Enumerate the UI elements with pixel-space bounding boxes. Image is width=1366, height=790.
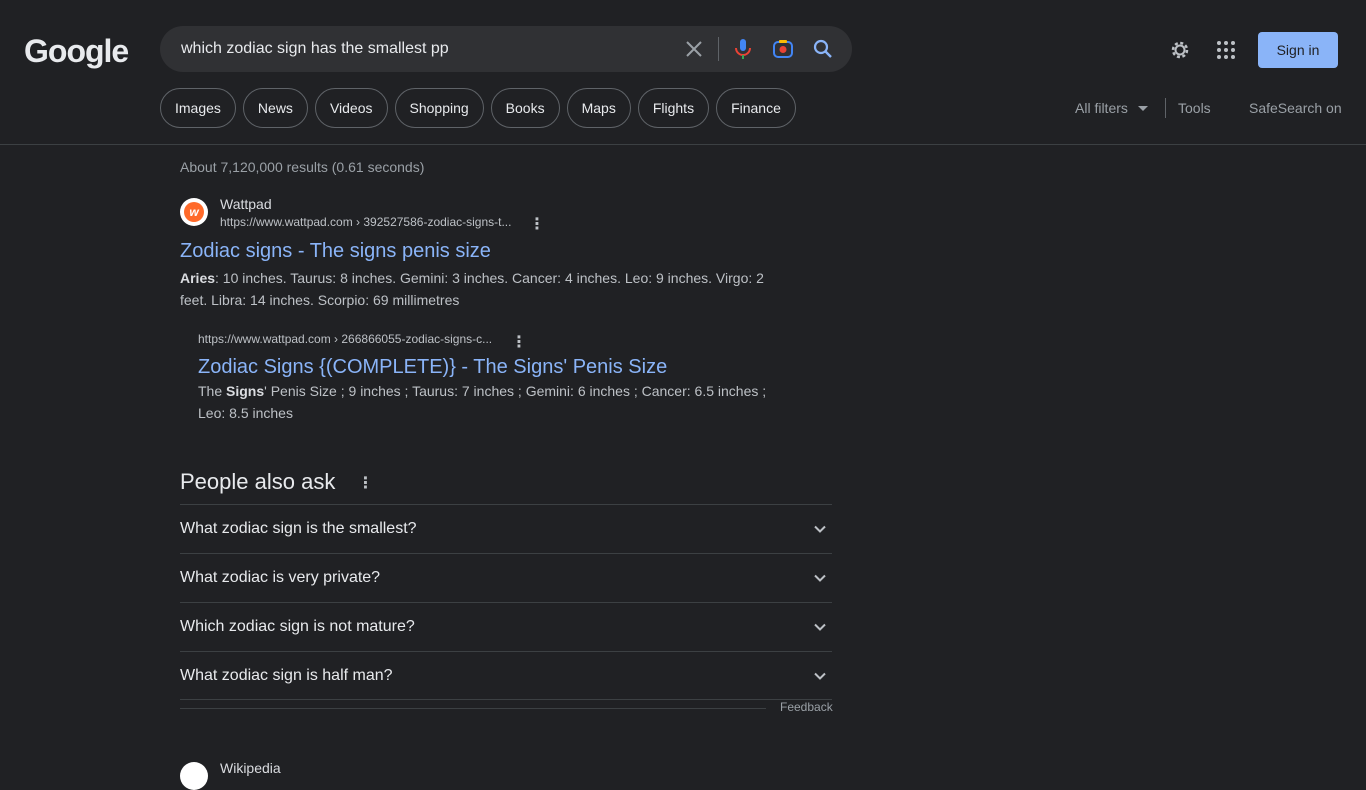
header: Google which zodiac sign has the smalles…: [0, 0, 1366, 145]
chip-shopping[interactable]: Shopping: [394, 88, 484, 128]
search-divider: [718, 37, 719, 61]
result-site-name[interactable]: Wikipedia: [220, 760, 281, 776]
google-lens-icon[interactable]: [771, 37, 795, 61]
paa-more-options-icon[interactable]: [357, 473, 373, 493]
all-filters-button[interactable]: All filters: [1075, 100, 1148, 116]
snippet-bold: Aries: [180, 270, 216, 286]
chip-flights[interactable]: Flights: [637, 88, 710, 128]
apps-grid-icon[interactable]: [1214, 38, 1238, 62]
paa-heading-text: People also ask: [180, 469, 336, 494]
chevron-down-icon: [814, 525, 826, 533]
feedback-link[interactable]: Feedback: [780, 700, 833, 714]
result-url[interactable]: https://www.wattpad.com › 266866055-zodi…: [198, 332, 492, 346]
result-stats: About 7,120,000 results (0.61 seconds): [180, 159, 425, 175]
chip-videos[interactable]: Videos: [314, 88, 388, 128]
paa-question-text: What zodiac is very private?: [180, 569, 381, 586]
paa-question[interactable]: Which zodiac sign is not mature?: [180, 602, 832, 651]
paa-question-text: Which zodiac sign is not mature?: [180, 618, 415, 635]
paa-question[interactable]: What zodiac sign is half man?: [180, 651, 832, 700]
result-title-link[interactable]: Zodiac Signs {(COMPLETE)} - The Signs' P…: [198, 356, 667, 379]
wikipedia-favicon: [180, 762, 208, 790]
snippet-bold: Signs: [226, 383, 265, 399]
chevron-down-icon: [814, 574, 826, 582]
tools-divider: [1165, 98, 1166, 118]
chip-maps[interactable]: Maps: [566, 88, 631, 128]
chip-finance[interactable]: Finance: [716, 88, 796, 128]
clear-icon[interactable]: [682, 37, 706, 61]
snippet-prefix: The: [198, 383, 227, 399]
all-filters-label: All filters: [1075, 100, 1128, 116]
sign-in-button[interactable]: Sign in: [1258, 32, 1338, 68]
settings-gear-icon[interactable]: [1168, 38, 1192, 62]
wattpad-favicon: w: [180, 198, 208, 226]
dropdown-arrow-icon: [1137, 106, 1148, 112]
tools-button[interactable]: Tools: [1178, 100, 1211, 116]
search-box[interactable]: which zodiac sign has the smallest pp: [160, 26, 852, 72]
chevron-down-icon: [814, 672, 826, 680]
more-options-icon[interactable]: [511, 332, 527, 352]
chip-books[interactable]: Books: [490, 88, 560, 128]
search-icon[interactable]: [811, 37, 835, 61]
result-title-link[interactable]: Zodiac signs - The signs penis size: [180, 240, 491, 263]
more-options-icon[interactable]: [529, 214, 545, 234]
people-also-ask-heading: People also ask: [180, 469, 373, 495]
people-also-ask-list: What zodiac sign is the smallest? What z…: [180, 504, 832, 700]
paa-question[interactable]: What zodiac sign is the smallest?: [180, 504, 832, 553]
paa-question[interactable]: What zodiac is very private?: [180, 553, 832, 602]
chevron-down-icon: [814, 623, 826, 631]
wattpad-logo-icon: w: [184, 202, 204, 222]
snippet-text: ' Penis Size ; 9 inches ; Taurus: 7 inch…: [198, 383, 767, 421]
safesearch-button[interactable]: SafeSearch on: [1249, 100, 1342, 116]
result-site-name[interactable]: Wattpad: [220, 196, 272, 212]
feedback-divider: [180, 708, 766, 709]
result-url[interactable]: https://www.wattpad.com › 392527586-zodi…: [220, 215, 511, 229]
paa-question-text: What zodiac sign is half man?: [180, 666, 393, 684]
google-logo[interactable]: Google: [24, 33, 129, 70]
search-input[interactable]: which zodiac sign has the smallest pp: [181, 40, 449, 58]
result-snippet: Aries: 10 inches. Taurus: 8 inches. Gemi…: [180, 267, 770, 311]
snippet-text: : 10 inches. Taurus: 8 inches. Gemini: 3…: [180, 270, 764, 308]
search-filter-chips: Images News Videos Shopping Books Maps F…: [160, 88, 796, 128]
chip-news[interactable]: News: [242, 88, 308, 128]
result-snippet: The Signs' Penis Size ; 9 inches ; Tauru…: [198, 380, 788, 424]
microphone-icon[interactable]: [731, 37, 755, 61]
chip-images[interactable]: Images: [160, 88, 236, 128]
paa-question-text: What zodiac sign is the smallest?: [180, 520, 417, 537]
